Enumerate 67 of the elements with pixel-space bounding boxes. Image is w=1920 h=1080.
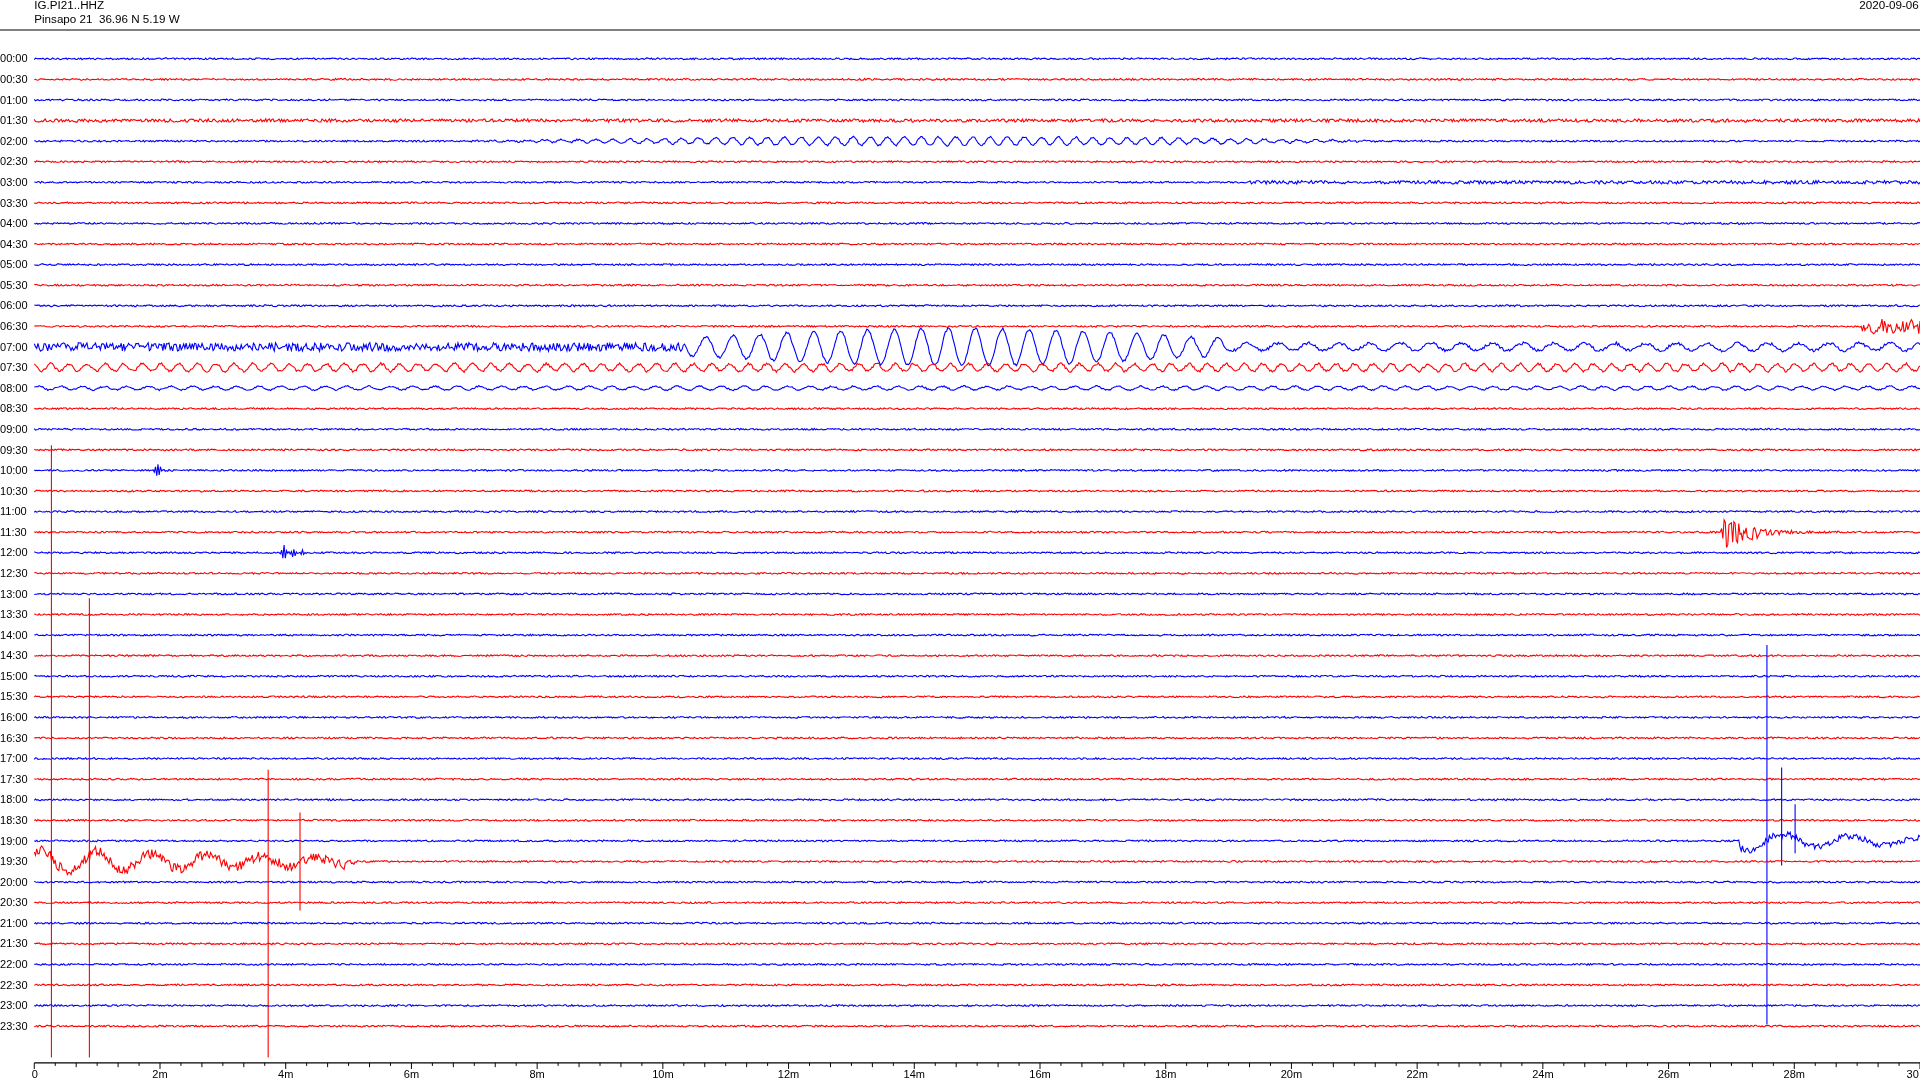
time-label: 06:00 bbox=[0, 299, 28, 312]
time-label: 09:00 bbox=[0, 422, 28, 435]
date-label: 2020-09-06 bbox=[1859, 0, 1919, 11]
station-info: Pinsapo 21 36.96 N 5.19 W bbox=[34, 12, 180, 26]
axis-tick-label: 10m bbox=[652, 1067, 674, 1080]
time-label: 12:00 bbox=[0, 546, 28, 559]
axis-tick-label: 20m bbox=[1280, 1067, 1303, 1080]
time-label: 10:00 bbox=[0, 464, 28, 477]
axis-tick-label: 28m bbox=[1783, 1067, 1805, 1080]
time-label: 13:30 bbox=[0, 608, 28, 621]
time-label: 22:00 bbox=[0, 958, 28, 971]
time-label: 15:00 bbox=[0, 669, 28, 682]
time-label: 12:30 bbox=[0, 567, 28, 579]
time-label: 05:30 bbox=[0, 278, 28, 291]
time-label: 02:00 bbox=[0, 134, 28, 147]
time-label: 14:30 bbox=[0, 649, 28, 662]
time-label: 03:00 bbox=[0, 175, 28, 188]
time-label: 15:30 bbox=[0, 690, 28, 703]
time-label: 11:30 bbox=[0, 525, 27, 538]
axis-tick-label: 8m bbox=[529, 1067, 545, 1080]
time-label: 04:00 bbox=[0, 217, 28, 230]
time-label: 01:30 bbox=[0, 114, 28, 127]
time-label: 10:30 bbox=[0, 484, 28, 497]
time-label: 17:30 bbox=[0, 772, 28, 785]
time-label: 22:30 bbox=[0, 978, 28, 991]
time-label: 18:30 bbox=[0, 814, 28, 826]
time-label: 03:30 bbox=[0, 196, 28, 209]
time-label: 00:30 bbox=[0, 73, 28, 86]
axis-tick-label: 16m bbox=[1029, 1067, 1051, 1080]
time-label: 05:00 bbox=[0, 258, 28, 271]
time-label: 23:30 bbox=[0, 1019, 28, 1032]
time-label: 07:30 bbox=[0, 361, 28, 374]
axis-tick-label: 26m bbox=[1657, 1067, 1680, 1080]
axis-tick-label: 30 bbox=[1906, 1067, 1919, 1080]
time-label: 11:00 bbox=[0, 505, 27, 518]
axis-tick-label: 18m bbox=[1155, 1067, 1177, 1080]
time-label: 23:00 bbox=[0, 999, 28, 1012]
axis-tick-label: 24m bbox=[1532, 1067, 1554, 1080]
time-label: 08:00 bbox=[0, 381, 28, 394]
time-label: 09:30 bbox=[0, 443, 28, 456]
time-label: 21:00 bbox=[0, 916, 28, 929]
time-label: 14:00 bbox=[0, 628, 28, 641]
axis-tick-label: 0 bbox=[31, 1067, 38, 1080]
time-label: 16:00 bbox=[0, 711, 28, 724]
time-label: 20:30 bbox=[0, 896, 28, 909]
time-label: 13:00 bbox=[0, 587, 28, 600]
time-label: 19:30 bbox=[0, 855, 28, 868]
time-label: 07:00 bbox=[0, 340, 28, 353]
axis-tick-label: 4m bbox=[278, 1067, 294, 1080]
time-label: 01:00 bbox=[0, 93, 28, 106]
time-label: 17:00 bbox=[0, 752, 28, 765]
time-label: 08:30 bbox=[0, 402, 28, 415]
time-label: 04:30 bbox=[0, 237, 28, 250]
time-label: 18:00 bbox=[0, 793, 28, 806]
axis-tick-label: 6m bbox=[403, 1067, 420, 1080]
axis-tick-label: 2m bbox=[152, 1067, 168, 1080]
axis-tick-label: 12m bbox=[777, 1067, 800, 1080]
time-label: 06:30 bbox=[0, 320, 28, 332]
time-label: 02:30 bbox=[0, 155, 28, 168]
time-label: 21:30 bbox=[0, 937, 28, 950]
axis-tick-label: 14m bbox=[903, 1067, 925, 1080]
axis-tick-label: 22m bbox=[1406, 1067, 1428, 1080]
time-label: 20:00 bbox=[0, 875, 28, 888]
time-label: 19:00 bbox=[0, 834, 28, 847]
time-label: 00:00 bbox=[0, 52, 28, 65]
time-label: 16:30 bbox=[0, 731, 28, 744]
channel-name: IG.PI21..HHZ bbox=[34, 0, 105, 11]
